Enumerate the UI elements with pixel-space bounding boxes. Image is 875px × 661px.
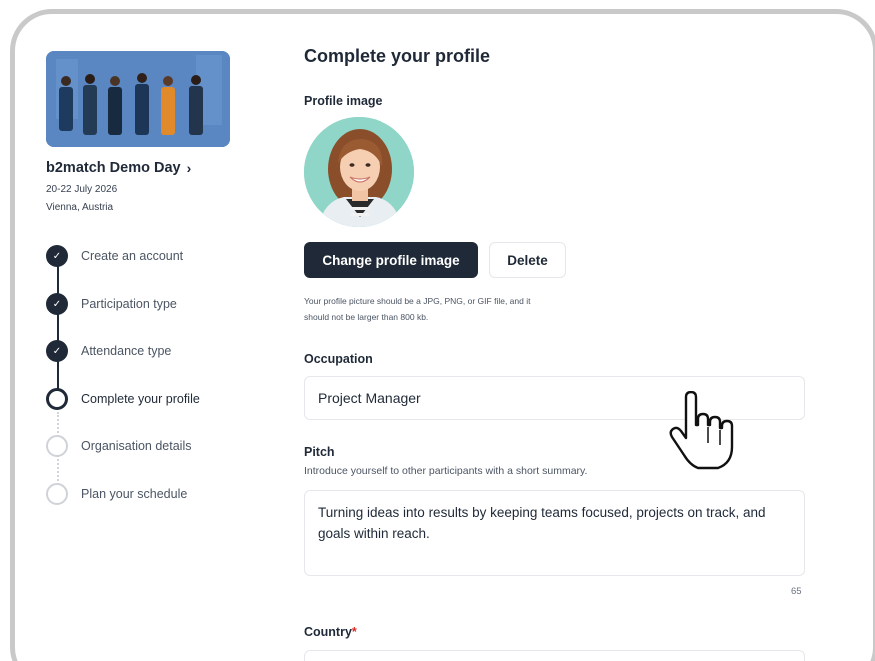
check-icon: ✓ [46, 293, 68, 315]
step-create-account[interactable]: ✓ Create an account [46, 244, 183, 268]
step-label: Participation type [81, 297, 177, 311]
event-title: b2match Demo Day [46, 160, 181, 176]
event-banner-image [46, 51, 230, 147]
event-location: Vienna, Austria [46, 202, 114, 213]
image-helper-text: Your profile picture should be a JPG, PN… [304, 293, 604, 325]
pitch-textarea[interactable]: Turning ideas into results by keeping te… [304, 490, 805, 576]
required-marker: * [351, 625, 357, 639]
step-connector-completed [57, 256, 59, 400]
occupation-value: Project Manager [318, 390, 421, 406]
step-label: Attendance type [81, 344, 172, 358]
country-label-text: Country [304, 625, 352, 639]
step-label: Create an account [81, 249, 184, 263]
step-organisation-details[interactable]: Organisation details [46, 434, 191, 458]
pitch-value: Turning ideas into results by keeping te… [318, 505, 766, 541]
app-frame: b2match Demo Day › 20-22 July 2026 Vienn… [10, 9, 875, 661]
country-label: Country* [304, 625, 357, 639]
page-title: Complete your profile [304, 46, 491, 66]
pending-step-icon [46, 435, 68, 457]
image-helper-line: should not be larger than 800 kb. [304, 312, 429, 322]
country-select[interactable] [304, 650, 805, 661]
occupation-input[interactable]: Project Manager [304, 376, 805, 420]
pitch-character-counter: 65 [791, 586, 802, 597]
step-complete-profile[interactable]: Complete your profile [46, 387, 200, 411]
step-label: Plan your schedule [81, 487, 188, 501]
image-helper-line: Your profile picture should be a JPG, PN… [304, 296, 531, 306]
event-title-link[interactable]: b2match Demo Day › [46, 160, 191, 176]
change-profile-image-button[interactable]: Change profile image [304, 242, 478, 278]
pitch-description: Introduce yourself to other participants… [304, 465, 588, 477]
step-label: Complete your profile [81, 392, 200, 406]
profile-image-label: Profile image [304, 94, 383, 108]
profile-avatar [304, 117, 414, 227]
current-step-icon [46, 388, 68, 410]
delete-image-button[interactable]: Delete [489, 242, 566, 278]
occupation-label: Occupation [304, 352, 373, 366]
check-icon: ✓ [46, 340, 68, 362]
pitch-label: Pitch [304, 445, 335, 459]
step-participation-type[interactable]: ✓ Participation type [46, 292, 177, 316]
step-label: Organisation details [81, 439, 192, 453]
chevron-right-icon: › [186, 160, 192, 176]
event-dates: 20-22 July 2026 [46, 184, 118, 195]
step-plan-schedule[interactable]: Plan your schedule [46, 482, 187, 506]
check-icon: ✓ [46, 245, 68, 267]
pending-step-icon [46, 483, 68, 505]
step-attendance-type[interactable]: ✓ Attendance type [46, 339, 171, 363]
